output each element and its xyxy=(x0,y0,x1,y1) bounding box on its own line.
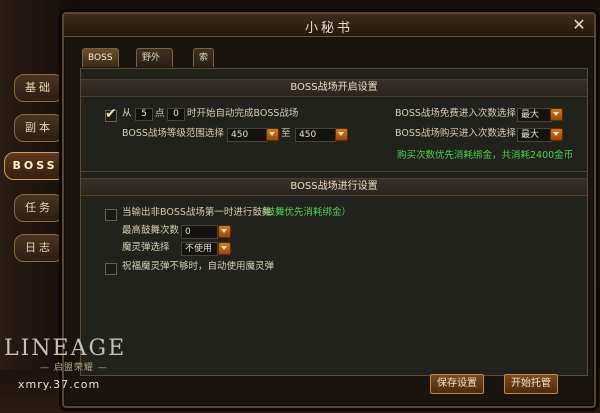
free-entry-label: BOSS战场免费进入次数选择 xyxy=(395,108,516,119)
auto-complete-checkbox[interactable] xyxy=(105,106,117,122)
buy-entry-dropdown-icon[interactable] xyxy=(550,128,563,141)
auto-suffix: 时开始自动完成BOSS战场 xyxy=(187,108,299,119)
level-min-dropdown-icon[interactable] xyxy=(266,128,279,141)
auto-minute-input[interactable]: 0 xyxy=(167,108,185,121)
spirit-ball-dropdown-icon[interactable] xyxy=(218,242,231,255)
sidenav-item-boss[interactable]: BOSS xyxy=(4,152,66,180)
free-entry-dropdown-icon[interactable] xyxy=(550,108,563,121)
level-to-label: 至 xyxy=(281,128,291,139)
level-range-label: BOSS战场等级范围选择 xyxy=(122,128,224,139)
section-header-progress-settings: BOSS战场进行设置 xyxy=(81,178,587,196)
spirit-ball-label: 魔灵弹选择 xyxy=(122,242,170,253)
tab-boss-battlefield[interactable]: BOSS战场 xyxy=(82,48,119,81)
level-min-select[interactable]: 450 xyxy=(227,128,268,142)
window-title: 小秘书 xyxy=(304,21,353,36)
content-panel: BOSS战场开启设置 从 5 点 0 时开始自动完成BOSS战场 BOSS战场等… xyxy=(80,68,588,376)
free-entry-select[interactable]: 最大 xyxy=(517,108,552,122)
close-icon[interactable]: ✕ xyxy=(570,16,588,34)
lineage-logo: LINEAGE xyxy=(4,336,127,361)
max-dance-dropdown-icon[interactable] xyxy=(218,225,231,238)
logo-subtitle: — 启盟荣耀 — xyxy=(40,363,108,373)
buy-cost-note: 购买次数优先消耗绑金，共消耗2400金币 xyxy=(397,150,574,161)
sidenav-item-log[interactable]: 日志 xyxy=(14,234,64,262)
bless-label: 祝福魔灵弹不够时，自动使用魔灵弹 xyxy=(122,261,275,272)
section-header-open-settings: BOSS战场开启设置 xyxy=(81,79,587,97)
tab-field-boss[interactable]: 野外BOSS xyxy=(136,48,173,81)
buy-entry-label: BOSS战场购买进入次数选择 xyxy=(395,128,516,139)
auto-mid: 点 xyxy=(155,108,165,119)
save-settings-button[interactable]: 保存设置 xyxy=(430,374,484,394)
section-divider xyxy=(81,171,587,172)
spirit-ball-select[interactable]: 不使用 xyxy=(181,242,218,256)
sidenav-item-basic[interactable]: 基础 xyxy=(14,74,64,102)
auto-hour-input[interactable]: 5 xyxy=(135,108,153,121)
tab-trial[interactable]: 索瞳试炼 xyxy=(193,48,215,117)
level-max-select[interactable]: 450 xyxy=(295,128,336,142)
titlebar: 小秘书 ✕ xyxy=(64,14,594,37)
max-dance-select[interactable]: 0 xyxy=(181,225,218,239)
boss-dance-checkbox[interactable] xyxy=(105,209,117,221)
site-watermark: xmry.37.com xyxy=(18,378,101,391)
level-max-dropdown-icon[interactable] xyxy=(335,128,348,141)
start-hosting-button[interactable]: 开始托管 xyxy=(504,374,558,394)
auto-prefix: 从 xyxy=(122,108,132,119)
max-dance-label: 最高鼓舞次数 xyxy=(122,225,180,236)
boss-dance-note: （鼓舞优先消耗绑金） xyxy=(256,207,352,218)
buy-entry-select[interactable]: 最大 xyxy=(517,128,552,142)
sidenav-item-quest[interactable]: 任务 xyxy=(14,194,64,222)
boss-dance-label: 当输出非BOSS战场第一时进行鼓舞 xyxy=(122,207,272,218)
secretary-window: 小秘书 ✕ BOSS战场 野外BOSS 索瞳试炼 BOSS战场开启设置 从 5 … xyxy=(62,12,596,408)
bless-checkbox[interactable] xyxy=(105,263,117,275)
sidenav-item-dungeon[interactable]: 副本 xyxy=(14,114,64,142)
